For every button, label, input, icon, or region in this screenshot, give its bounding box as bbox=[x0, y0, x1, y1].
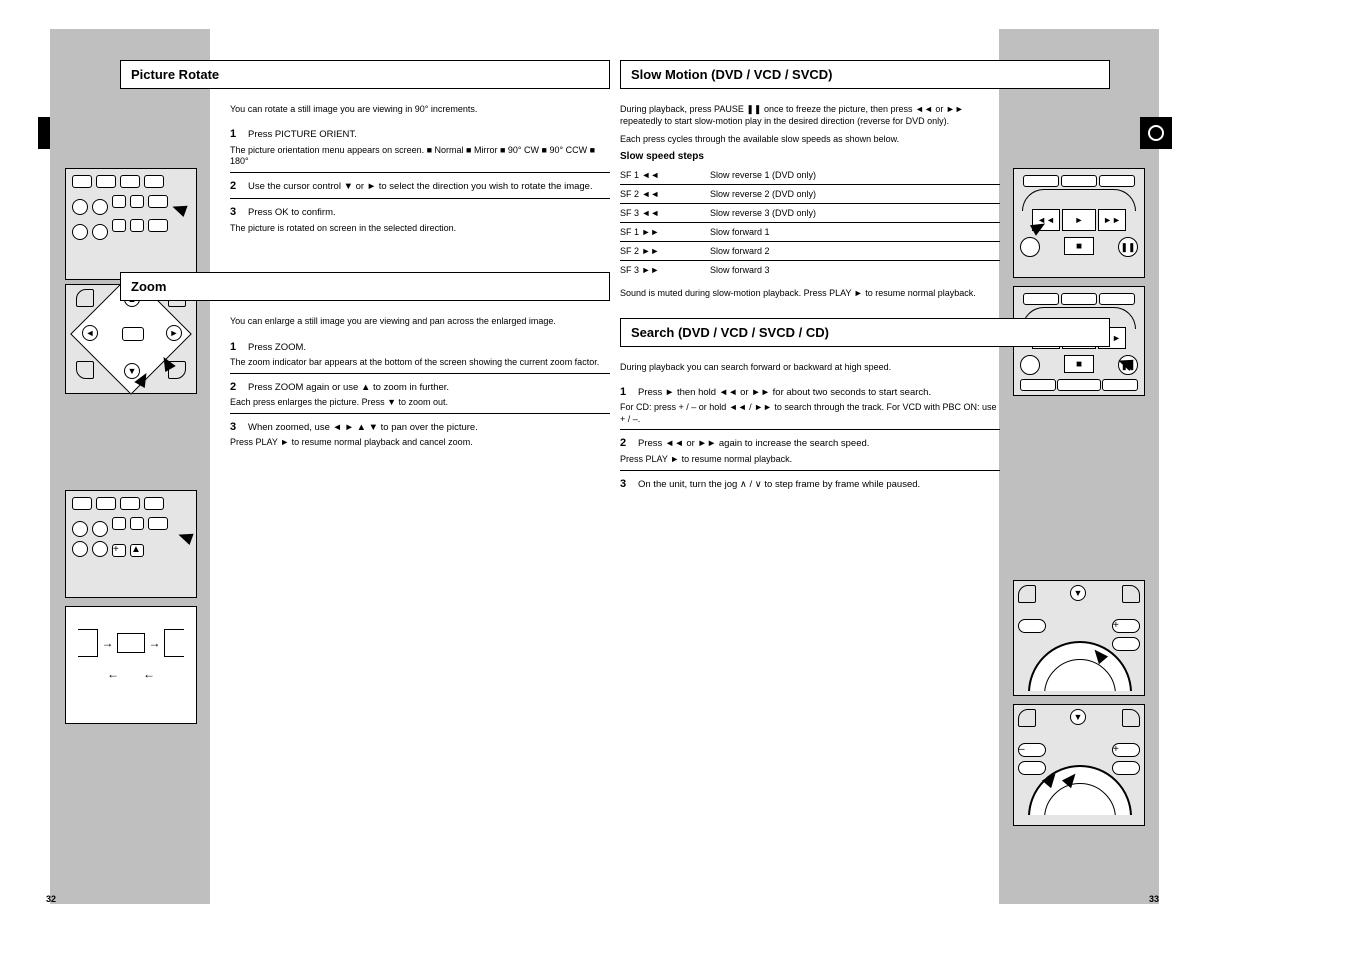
jog-search-both-figure: ▼ – + bbox=[1013, 704, 1145, 826]
speed-row: SF 2 ◄◄Slow reverse 2 (DVD only) bbox=[620, 185, 1000, 204]
step-item: 3Press OK to confirm. The picture is rot… bbox=[230, 199, 610, 238]
step-item: 1Press PICTURE ORIENT. The picture orien… bbox=[230, 121, 610, 173]
slow-motion-heading: Slow Motion (DVD / VCD / SVCD) bbox=[620, 60, 1110, 89]
transport-rewind-figure: ◄◄ ► ►► ■ ❚❚ bbox=[1013, 168, 1145, 278]
step-item: 2Use the cursor control ▼ or ► to select… bbox=[230, 173, 610, 199]
remote-zoom-buttons-figure: +▲ bbox=[65, 490, 197, 598]
step-item: 2Press ◄◄ or ►► again to increase the se… bbox=[620, 430, 1000, 470]
slow-motion-para-2: Each press cycles through the available … bbox=[620, 133, 1000, 145]
fold-triangle-icon bbox=[108, 908, 152, 936]
right-arrow-icon: ► bbox=[170, 328, 179, 338]
page-number-left: 32 bbox=[46, 894, 56, 904]
step-item: 1Press ZOOM. The zoom indicator bar appe… bbox=[230, 334, 610, 374]
picture-rotate-intro: You can rotate a still image you are vie… bbox=[230, 103, 610, 115]
speed-row: SF 1 ◄◄Slow reverse 1 (DVD only) bbox=[620, 166, 1000, 185]
fast-forward-icon: ►► bbox=[1098, 209, 1126, 231]
step-item: 1Press ► then hold ◄◄ or ►► for about tw… bbox=[620, 379, 1000, 431]
left-illustration-column bbox=[50, 29, 210, 904]
search-intro: During playback you can search forward o… bbox=[620, 361, 1000, 373]
page-number-right: 33 bbox=[1149, 894, 1159, 904]
speed-row: SF 3 ◄◄Slow reverse 3 (DVD only) bbox=[620, 204, 1000, 223]
left-arrow-icon: ◄ bbox=[86, 328, 95, 338]
page-tab-left bbox=[38, 117, 50, 149]
left-text-column: Picture Rotate You can rotate a still im… bbox=[230, 60, 610, 471]
picture-rotate-sequence-figure: → → ←← bbox=[65, 606, 197, 724]
zoom-heading: Zoom bbox=[120, 272, 610, 301]
step-item: 3On the unit, turn the jog ∧ / ∨ to step… bbox=[620, 471, 1000, 496]
speed-row: SF 1 ►►Slow forward 1 bbox=[620, 223, 1000, 242]
slow-motion-tail-note: Sound is muted during slow-motion playba… bbox=[620, 287, 1000, 299]
speed-row: SF 2 ►►Slow forward 2 bbox=[620, 242, 1000, 261]
fold-triangle-icon bbox=[1057, 908, 1101, 936]
pause-icon: ❚❚ bbox=[1118, 237, 1138, 257]
speed-row: SF 3 ►►Slow forward 3 bbox=[620, 261, 1000, 279]
down-arrow-icon: ▼ bbox=[128, 366, 137, 376]
jog-search-forward-figure: ▼ + bbox=[1013, 580, 1145, 696]
picture-rotate-heading: Picture Rotate bbox=[120, 60, 610, 89]
slow-speed-steps-subhead: Slow speed steps bbox=[620, 151, 1000, 162]
page-tab-right-disc-icon bbox=[1140, 117, 1172, 149]
step-item: 3When zoomed, use ◄ ► ▲ ▼ to pan over th… bbox=[230, 414, 610, 453]
step-item: 2Press ZOOM again or use ▲ to zoom in fu… bbox=[230, 374, 610, 414]
stop-icon: ■ bbox=[1076, 241, 1082, 252]
right-text-column: Slow Motion (DVD / VCD / SVCD) During pl… bbox=[620, 60, 1000, 514]
zoom-intro: You can enlarge a still image you are vi… bbox=[230, 315, 610, 327]
remote-top-buttons-figure bbox=[65, 168, 197, 280]
play-icon: ► bbox=[1062, 209, 1096, 231]
slow-motion-para-1: During playback, press PAUSE ❚❚ once to … bbox=[620, 103, 1000, 127]
search-heading: Search (DVD / VCD / SVCD / CD) bbox=[620, 318, 1110, 347]
